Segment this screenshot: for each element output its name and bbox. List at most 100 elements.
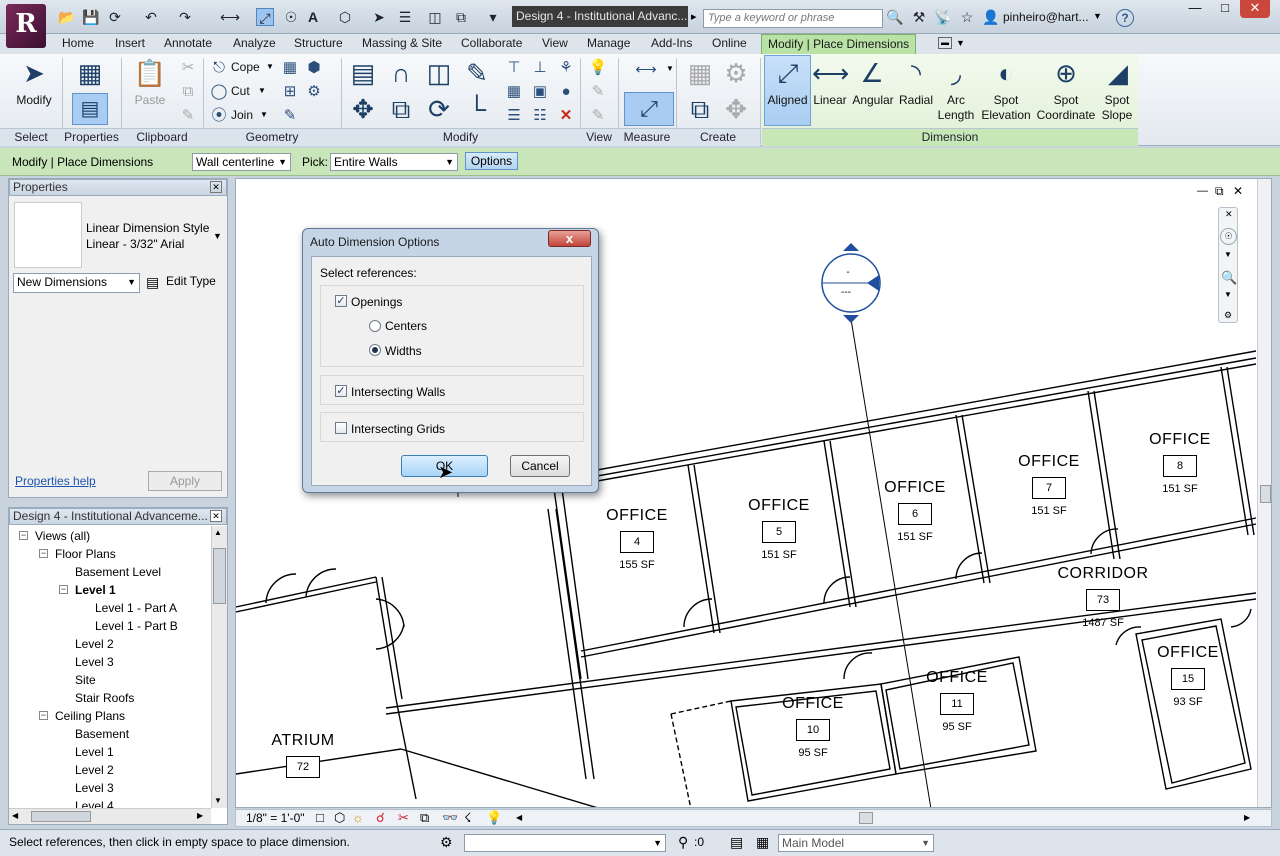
trim-multiple-icon[interactable]: ☰ <box>504 106 524 126</box>
tab-insert[interactable]: Insert <box>115 34 145 54</box>
tab-structure[interactable]: Structure <box>294 34 343 54</box>
scrollbar-thumb[interactable] <box>859 812 873 824</box>
minimize-icon[interactable]: — <box>1180 0 1210 18</box>
spot-coordinate-button[interactable]: Spot <box>1040 93 1092 108</box>
browser-item[interactable]: Level 3 <box>75 654 114 670</box>
favorites-star-icon[interactable]: ☆ <box>958 8 976 26</box>
centers-label[interactable]: Centers <box>385 319 427 333</box>
cope-dropdown-icon[interactable]: ▼ <box>266 62 274 71</box>
zoom-icon[interactable]: 🔍 <box>1221 270 1237 286</box>
reveal-hidden-icon[interactable]: ☇ <box>464 810 471 826</box>
aligned-dimension-measure-icon[interactable]: ⤢ <box>624 92 674 126</box>
save-icon[interactable]: 💾 <box>82 8 100 26</box>
tab-manage[interactable]: Manage <box>587 34 630 54</box>
expand-search-icon[interactable]: ▸ <box>691 10 697 23</box>
override-graphics-icon[interactable]: 💡 <box>588 58 608 78</box>
view-scale[interactable]: 1/8" = 1'-0" <box>246 811 305 825</box>
linework-icon[interactable]: ✎ <box>588 82 608 102</box>
browser-item[interactable]: Ceiling Plans <box>55 708 125 724</box>
view-restore-icon[interactable]: ⧉ <box>1215 184 1224 199</box>
align-icon[interactable]: ▤ <box>348 58 378 88</box>
browser-item[interactable]: Site <box>75 672 96 688</box>
room-name-label[interactable]: OFFICE <box>1018 453 1080 471</box>
hide-element-icon[interactable]: ✎ <box>588 106 608 126</box>
split-element-icon[interactable]: ⊤ <box>504 58 524 78</box>
tab-home[interactable]: Home <box>62 34 94 54</box>
tree-collapse-icon[interactable]: − <box>59 585 68 594</box>
scrollbar-thumb[interactable] <box>31 811 91 822</box>
workset-dropdown[interactable]: ▼ <box>464 834 666 852</box>
browser-item[interactable]: Views (all) <box>35 528 90 544</box>
design-options-icon[interactable]: ▤ <box>730 834 743 851</box>
panel-dimension[interactable]: Dimension <box>762 128 1138 146</box>
radial-button[interactable]: Radial <box>896 93 936 108</box>
close-icon[interactable]: ✕ <box>210 510 222 522</box>
join-dropdown-icon[interactable]: ▼ <box>260 110 268 119</box>
rotate-icon[interactable]: ⟳ <box>424 94 454 124</box>
room-name-label[interactable]: OFFICE <box>748 497 810 515</box>
switch-windows-icon[interactable]: ⧉ <box>452 8 470 26</box>
room-number-tag[interactable]: 10 <box>796 719 830 741</box>
edit-type-button[interactable]: Edit Type <box>166 274 216 288</box>
pick-dropdown[interactable]: Entire Walls ▼ <box>330 153 458 171</box>
sync-icon[interactable]: ⟳ <box>106 8 124 26</box>
tab-add-ins[interactable]: Add-Ins <box>651 34 692 54</box>
intersecting-grids-checkbox[interactable] <box>335 422 347 434</box>
match-properties-icon[interactable]: ✎ <box>178 106 198 126</box>
temporary-hide-icon[interactable]: 👓 <box>442 810 458 826</box>
tree-collapse-icon[interactable]: − <box>39 711 48 720</box>
panel-modify[interactable]: Modify <box>341 128 580 146</box>
unpin-icon[interactable]: ⚘ <box>556 58 576 78</box>
create-group-icon[interactable]: ⧉ <box>684 94 716 124</box>
measure-between-icon[interactable]: ⟷ <box>626 60 666 80</box>
minimize-ribbon-icon[interactable]: ▬ <box>938 37 952 49</box>
modify-button[interactable]: Modify <box>8 93 60 108</box>
ribbon-dropdown-icon[interactable]: ▼ <box>956 38 965 48</box>
apply-button[interactable]: Apply <box>148 471 222 491</box>
scroll-left-icon[interactable]: ◀ <box>12 811 18 820</box>
measure-dropdown-icon[interactable]: ▼ <box>666 64 674 73</box>
create-parts-icon[interactable]: ⚙ <box>720 58 752 88</box>
panel-geometry[interactable]: Geometry <box>203 128 341 146</box>
scroll-left-icon[interactable]: ◀ <box>516 813 522 822</box>
browser-item[interactable]: Level 3 <box>75 780 114 796</box>
text-icon[interactable]: A <box>304 8 322 26</box>
close-hidden-icon[interactable]: ◫ <box>426 8 444 26</box>
split-face-icon[interactable]: ▦ <box>280 58 300 78</box>
angular-button[interactable]: Angular <box>850 93 896 108</box>
filter-icon[interactable]: ⚲ <box>678 834 688 851</box>
scrollbar-thumb[interactable] <box>1260 485 1271 503</box>
browser-item[interactable]: Level 1 <box>75 744 114 760</box>
cut-dropdown-icon[interactable]: ▼ <box>258 86 266 95</box>
chevron-down-icon[interactable]: ▼ <box>1224 250 1232 259</box>
tab-analyze[interactable]: Analyze <box>233 34 276 54</box>
room-name-label[interactable]: OFFICE <box>606 507 668 525</box>
show-crop-icon[interactable]: ⧉ <box>420 810 429 826</box>
subscription-icon[interactable]: ⚒ <box>910 8 928 26</box>
intersecting-walls-label[interactable]: Intersecting Walls <box>351 385 445 399</box>
sign-in-user[interactable]: pinheiro@hart... <box>1003 10 1089 24</box>
mirror-draw-icon[interactable]: ✎ <box>462 58 492 88</box>
redo-icon[interactable]: ↷ <box>176 8 194 26</box>
centers-radio[interactable] <box>369 320 381 332</box>
cancel-button[interactable]: Cancel <box>510 455 570 477</box>
pin-icon[interactable]: ● <box>556 82 576 102</box>
shadows-icon[interactable]: ☌ <box>376 810 385 826</box>
search-binoculars-icon[interactable]: 🔍 <box>886 8 904 26</box>
browser-item[interactable]: Level 4 <box>75 798 114 808</box>
spot-elevation-button[interactable]: Spot <box>982 93 1030 108</box>
aligned-dimension-icon[interactable]: ⤢ <box>256 8 274 26</box>
cut-geometry-icon[interactable]: ◯ <box>209 82 229 102</box>
browser-item[interactable]: Level 2 <box>75 762 114 778</box>
properties-toggle-icon[interactable]: ▤ <box>72 93 108 125</box>
chevron-down-icon[interactable]: ▼ <box>1224 290 1232 299</box>
copy-icon[interactable]: ⧉ <box>178 82 198 102</box>
tab-collaborate[interactable]: Collaborate <box>461 34 522 54</box>
measure-icon[interactable]: ⟷ <box>220 8 240 26</box>
sun-path-icon[interactable]: ☼ <box>352 810 364 825</box>
type-properties-icon[interactable]: ▦ <box>72 58 108 88</box>
mirror-axis-icon[interactable]: ◫ <box>424 58 454 88</box>
steering-wheel-icon[interactable]: ☉ <box>1220 228 1237 245</box>
create-assembly-icon[interactable]: ▦ <box>684 58 716 88</box>
paste-icon[interactable]: 📋 <box>132 58 168 88</box>
